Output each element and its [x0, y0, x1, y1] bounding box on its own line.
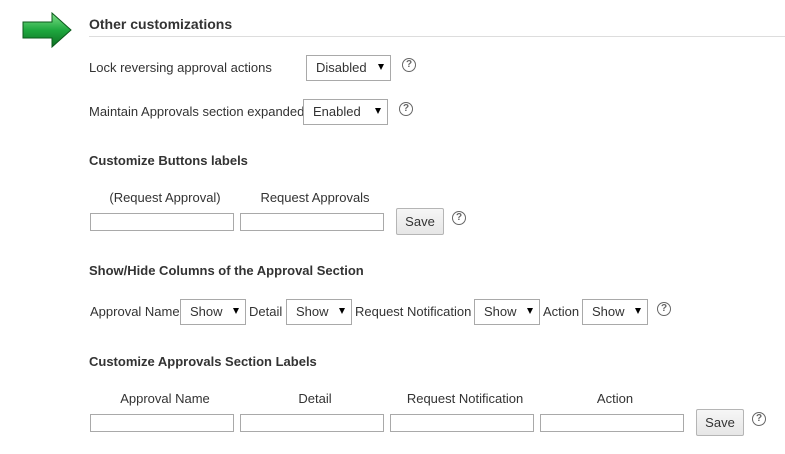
save-section-labels-button[interactable]: Save	[696, 409, 744, 436]
approval-name-label-input[interactable]	[90, 414, 234, 432]
section-title: Other customizations	[89, 16, 233, 32]
request-approvals-label-input[interactable]	[240, 213, 384, 231]
chevron-down-icon	[375, 108, 381, 114]
approval-name-visibility-label: Approval Name	[90, 304, 180, 319]
approval-name-visibility-select[interactable]: Show	[180, 299, 246, 325]
section-divider	[89, 36, 785, 37]
help-icon[interactable]: ?	[399, 102, 413, 116]
help-icon[interactable]: ?	[657, 302, 671, 316]
lock-reversing-label: Lock reversing approval actions	[89, 60, 272, 75]
buttons-labels-heading: Customize Buttons labels	[89, 153, 248, 168]
chevron-down-icon	[233, 308, 239, 314]
detail-column-head: Detail	[298, 391, 332, 406]
request-approval-column-head: (Request Approval)	[109, 190, 221, 205]
approval-name-column-head: Approval Name	[120, 391, 210, 406]
show-hide-heading: Show/Hide Columns of the Approval Sectio…	[89, 263, 364, 278]
lock-reversing-value: Disabled	[316, 60, 367, 75]
maintain-expanded-value: Enabled	[313, 104, 361, 119]
maintain-expanded-select[interactable]: Enabled	[303, 99, 388, 125]
chevron-down-icon	[378, 64, 384, 70]
maintain-expanded-label: Maintain Approvals section expanded	[89, 104, 305, 119]
request-notification-column-head: Request Notification	[406, 391, 524, 406]
request-notification-label-input[interactable]	[390, 414, 534, 432]
customizations-page: Other customizations Lock reversing appr…	[0, 0, 785, 454]
chevron-down-icon	[339, 308, 345, 314]
help-icon[interactable]: ?	[752, 412, 766, 426]
action-visibility-label: Action	[543, 304, 580, 319]
action-visibility-value: Show	[592, 304, 625, 319]
request-approval-label-input[interactable]	[90, 213, 234, 231]
request-notification-visibility-select[interactable]: Show	[474, 299, 540, 325]
action-label-input[interactable]	[540, 414, 684, 432]
request-notification-visibility-label: Request Notification	[355, 304, 472, 319]
help-icon[interactable]: ?	[402, 58, 416, 72]
request-approvals-column-head: Request Approvals	[260, 190, 370, 205]
chevron-down-icon	[527, 308, 533, 314]
detail-visibility-select[interactable]: Show	[286, 299, 352, 325]
section-labels-heading: Customize Approvals Section Labels	[89, 354, 317, 369]
lock-reversing-select[interactable]: Disabled	[306, 55, 391, 81]
green-arrow-icon	[22, 12, 72, 48]
approval-name-visibility-value: Show	[190, 304, 223, 319]
help-icon[interactable]: ?	[452, 211, 466, 225]
detail-visibility-value: Show	[296, 304, 329, 319]
request-notification-visibility-value: Show	[484, 304, 517, 319]
detail-visibility-label: Detail	[249, 304, 283, 319]
action-column-head: Action	[596, 391, 634, 406]
save-button-labels-button[interactable]: Save	[396, 208, 444, 235]
action-visibility-select[interactable]: Show	[582, 299, 648, 325]
chevron-down-icon	[635, 308, 641, 314]
detail-label-input[interactable]	[240, 414, 384, 432]
